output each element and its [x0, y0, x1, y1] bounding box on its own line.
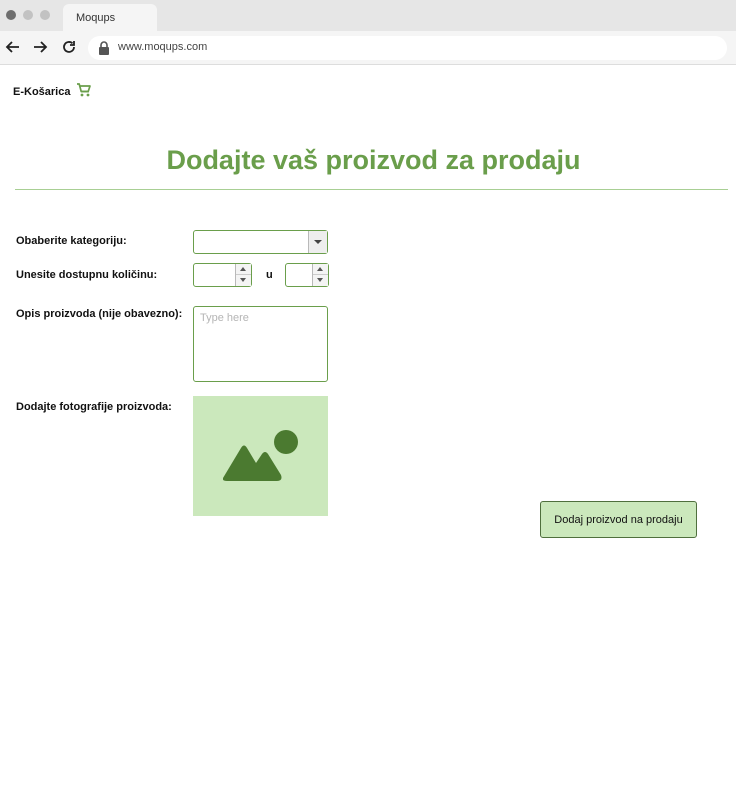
category-label: Obaberite kategoriju:	[16, 235, 127, 247]
browser-navbar: www.moqups.com	[0, 31, 736, 65]
quantity-label: Unesite dostupnu količinu:	[16, 269, 158, 281]
add-product-button-label: Dodaj proizvod na prodaju	[554, 514, 683, 526]
quantity-decrement-button[interactable]	[236, 275, 251, 286]
title-divider	[15, 189, 728, 190]
quantity-stepper[interactable]	[193, 263, 252, 287]
photos-label: Dodajte fotografije proizvoda:	[16, 401, 172, 413]
window-maximize-dot[interactable]	[40, 10, 50, 20]
address-bar[interactable]: www.moqups.com	[88, 36, 727, 60]
forward-arrow-icon[interactable]	[32, 39, 48, 55]
description-placeholder: Type here	[200, 312, 249, 324]
tab-title: Moqups	[76, 12, 116, 24]
unit-stepper-buttons	[312, 264, 328, 286]
quantity-unit-separator: u	[266, 269, 273, 281]
add-product-button[interactable]: Dodaj proizvod na prodaju	[540, 501, 697, 538]
quantity-increment-button[interactable]	[236, 264, 251, 275]
chevron-down-icon[interactable]	[308, 231, 327, 253]
description-textarea[interactable]: Type here	[193, 306, 328, 382]
unit-stepper[interactable]	[285, 263, 329, 287]
photo-upload-area[interactable]	[193, 396, 328, 516]
description-label: Opis proizvoda (nije obavezno):	[16, 308, 183, 320]
quantity-stepper-buttons	[235, 264, 251, 286]
unit-decrement-button[interactable]	[313, 275, 328, 286]
window-minimize-dot[interactable]	[23, 10, 33, 20]
browser-tab[interactable]: Moqups	[63, 4, 157, 31]
shopping-cart-icon[interactable]	[76, 82, 92, 98]
unit-increment-button[interactable]	[313, 264, 328, 275]
browser-titlebar: Moqups	[0, 0, 736, 31]
lock-icon	[99, 41, 109, 55]
back-arrow-icon[interactable]	[5, 39, 21, 55]
image-placeholder-icon	[223, 430, 298, 481]
category-select[interactable]	[193, 230, 328, 254]
brand-name[interactable]: E-Košarica	[13, 86, 70, 98]
reload-icon[interactable]	[61, 39, 77, 55]
page-title: Dodajte vaš proizvod za prodaju	[166, 145, 581, 175]
url-text: www.moqups.com	[118, 41, 208, 53]
window-close-dot[interactable]	[6, 10, 16, 20]
